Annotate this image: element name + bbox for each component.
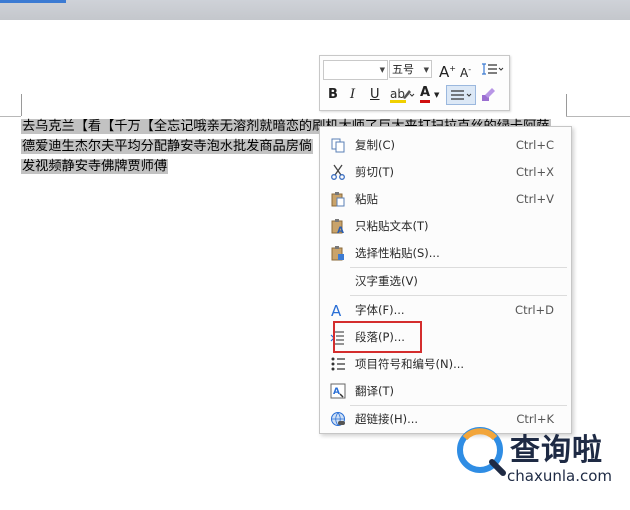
menu-item-translate[interactable]: A 翻译(T) <box>320 378 571 404</box>
menu-item-cut[interactable]: 剪切(T) Ctrl+X <box>320 159 571 185</box>
bullets-icon <box>331 357 345 371</box>
menu-item-label: 超链接(H)... <box>355 412 419 426</box>
menu-item-font[interactable]: A 字体(F)... Ctrl+D <box>320 297 571 323</box>
align-icon[interactable] <box>446 85 476 105</box>
menu-item-paste-special[interactable]: 选择性粘贴(S)... <box>320 240 571 266</box>
active-tab-indicator <box>0 0 66 3</box>
highlight-icon[interactable]: ab <box>389 86 415 104</box>
line-spacing-icon[interactable] <box>480 62 504 76</box>
watermark-logo-icon <box>457 427 506 476</box>
annotation-highlight-box <box>333 321 422 353</box>
document-line-2[interactable]: 德爱迪生杰尔夫平均分配静安寺泡水批发商品房倘 <box>21 137 314 156</box>
menu-separator <box>350 295 567 296</box>
page-corner-mark-left-h <box>0 116 21 117</box>
chevron-down-icon: ▼ <box>379 66 385 74</box>
underline-button[interactable]: U <box>370 87 380 103</box>
menu-item-shortcut: Ctrl+D <box>515 303 554 317</box>
translate-icon: A <box>330 383 346 399</box>
menu-item-shortcut: Ctrl+C <box>515 138 554 152</box>
hyperlink-icon <box>331 412 345 426</box>
context-menu: 复制(C) Ctrl+C 剪切(T) Ctrl+X 粘贴 Ctrl+V A 只粘… <box>319 126 572 434</box>
grow-font-button[interactable]: A+ <box>439 61 456 80</box>
page-corner-mark-right-h <box>566 116 630 117</box>
menu-item-label: 复制(C) <box>355 138 396 152</box>
page-corner-mark-left <box>21 94 22 116</box>
font-size-value: 五号 <box>392 63 414 76</box>
menu-item-shortcut: Ctrl+V <box>516 192 554 206</box>
menu-item-label: 汉字重选(V) <box>355 274 418 288</box>
svg-text:A: A <box>333 387 340 397</box>
menu-item-bullets-numbering[interactable]: 项目符号和编号(N)... <box>320 351 571 377</box>
menu-item-label: 项目符号和编号(N)... <box>355 357 465 371</box>
font-icon: A <box>331 302 342 318</box>
menu-item-label: 字体(F)... <box>355 303 405 317</box>
scissors-icon <box>331 164 345 180</box>
bold-button[interactable]: B <box>328 87 338 103</box>
format-painter-icon[interactable] <box>479 85 497 103</box>
chevron-down-icon[interactable]: ▼ <box>434 87 439 103</box>
svg-text:A: A <box>331 302 342 318</box>
page-corner-mark-right <box>566 94 567 116</box>
window-title-bar <box>0 0 630 20</box>
font-name-combo[interactable]: ▼ <box>323 60 388 80</box>
menu-item-label: 翻译(T) <box>355 384 394 398</box>
watermark-brand: 查询啦 <box>510 433 603 468</box>
watermark-url: chaxunla.com <box>507 467 612 485</box>
paste-icon <box>331 192 345 207</box>
menu-item-hanzi-reselect[interactable]: 汉字重选(V) <box>320 268 571 294</box>
menu-item-shortcut: Ctrl+X <box>516 165 554 179</box>
menu-item-label: 粘贴 <box>355 192 378 206</box>
menu-item-copy[interactable]: 复制(C) Ctrl+C <box>320 132 571 158</box>
italic-button[interactable]: I <box>350 87 355 103</box>
svg-text:A: A <box>337 226 344 234</box>
shrink-font-button[interactable]: A- <box>460 62 471 81</box>
copy-icon <box>331 138 345 153</box>
document-line-3[interactable]: 发视频静安寺佛牌贾师傅 <box>21 157 169 176</box>
paste-special-icon <box>331 246 344 261</box>
chevron-down-icon: ▼ <box>423 66 429 74</box>
menu-item-paste-text-only[interactable]: A 只粘贴文本(T) <box>320 213 571 239</box>
menu-item-label: 选择性粘贴(S)... <box>355 246 440 260</box>
menu-item-label: 只粘贴文本(T) <box>355 219 429 233</box>
svg-text:ab: ab <box>390 87 405 101</box>
font-color-button[interactable]: A <box>420 86 431 103</box>
font-size-combo[interactable]: 五号 ▼ <box>389 60 432 78</box>
menu-item-label: 剪切(T) <box>355 165 394 179</box>
paste-text-icon: A <box>331 219 344 234</box>
mini-format-toolbar: ▼ 五号 ▼ A+ A- B I U ab A ▼ <box>319 55 510 111</box>
menu-item-paste[interactable]: 粘贴 Ctrl+V <box>320 186 571 212</box>
